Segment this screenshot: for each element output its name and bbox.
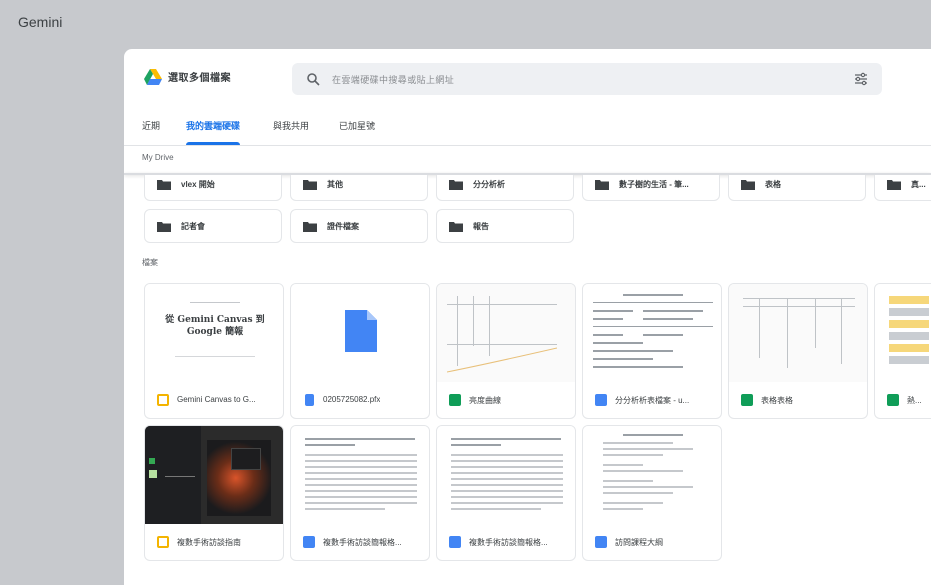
folder-icon xyxy=(887,180,901,190)
file-card[interactable]: 複數手術訪談簡報格... xyxy=(290,425,430,561)
file-name: 複數手術訪談簡報格... xyxy=(323,538,402,547)
sheets-icon xyxy=(449,394,461,406)
folder-item[interactable]: 報告 xyxy=(436,209,574,243)
file-name: 亮度曲線 xyxy=(469,396,501,405)
search-icon xyxy=(307,73,320,86)
folder-name: 證件檔案 xyxy=(327,222,359,231)
google-drive-logo xyxy=(144,69,162,85)
folder-name: 表格 xyxy=(765,180,781,189)
folder-name: vlex 開始 xyxy=(181,180,215,189)
file-card[interactable]: 分分析析表檔案 - u... xyxy=(582,283,722,419)
folder-item[interactable]: 記者會 xyxy=(144,209,282,243)
file-name: 熱... xyxy=(907,396,922,405)
shared-folder-icon xyxy=(449,180,463,190)
slides-icon xyxy=(157,394,169,406)
breadcrumb[interactable]: My Drive xyxy=(142,153,174,162)
file-name: 0205725082.pfx xyxy=(323,395,381,404)
file-name: 表格表格 xyxy=(761,396,793,405)
tab-starred[interactable]: 已加星號 xyxy=(339,115,375,145)
tab-recent[interactable]: 近期 xyxy=(142,115,160,145)
file-name: 訪問課程大綱 xyxy=(615,538,663,547)
file-thumbnail xyxy=(583,284,721,382)
file-thumbnail xyxy=(145,426,283,524)
file-card[interactable]: 訪問課程大綱 xyxy=(582,425,722,561)
files-section-label: 檔案 xyxy=(142,258,158,267)
folder-name: 記者會 xyxy=(181,222,205,231)
folder-item[interactable]: 表格 xyxy=(728,175,866,201)
file-thumbnail xyxy=(729,284,867,382)
slide-title: 從 Gemini Canvas 到 Google 簡報 xyxy=(165,315,265,337)
folder-item[interactable]: 真... xyxy=(874,175,931,201)
drive-picker-dialog: 選取多個檔案 在雲端硬碟中搜尋或貼上網址 近期 我的雲端硬碟 與我共用 已加星號… xyxy=(124,49,931,585)
picker-header: 選取多個檔案 在雲端硬碟中搜尋或貼上網址 xyxy=(124,49,931,105)
folder-item[interactable]: 證件檔案 xyxy=(290,209,428,243)
folder-name: 其他 xyxy=(327,180,343,189)
tab-shared-with-me[interactable]: 與我共用 xyxy=(273,115,309,145)
folder-name: 真... xyxy=(911,180,926,189)
slides-icon xyxy=(157,536,169,548)
file-card[interactable]: 複數手術訪談簡報格... xyxy=(436,425,576,561)
folder-icon xyxy=(449,222,463,232)
docs-icon xyxy=(595,394,607,406)
folder-icon xyxy=(595,180,609,190)
file-thumbnail xyxy=(291,284,429,382)
file-card[interactable]: 亮度曲線 xyxy=(436,283,576,419)
file-browser: vlex 開始 其他 分分析析 數子樹的生活 - 筆... 表格 真... 記者… xyxy=(124,175,931,585)
file-name: 分分析析表檔案 - u... xyxy=(615,396,690,405)
folder-icon xyxy=(741,180,755,190)
sheets-icon xyxy=(887,394,899,406)
file-card[interactable]: 熱... xyxy=(874,283,931,419)
docs-icon xyxy=(303,536,315,548)
file-thumbnail xyxy=(437,426,575,524)
sheets-icon xyxy=(741,394,753,406)
tabs-divider xyxy=(124,145,931,146)
file-card[interactable]: 0205725082.pfx xyxy=(290,283,430,419)
tab-my-drive[interactable]: 我的雲端硬碟 xyxy=(186,115,241,145)
folder-item[interactable]: vlex 開始 xyxy=(144,175,282,201)
file-thumbnail xyxy=(291,426,429,524)
search-placeholder: 在雲端硬碟中搜尋或貼上網址 xyxy=(332,75,455,85)
file-thumbnail: 從 Gemini Canvas 到 Google 簡報 xyxy=(145,284,283,382)
docs-icon xyxy=(449,536,461,548)
folder-name: 報告 xyxy=(473,222,489,231)
picker-title: 選取多個檔案 xyxy=(168,73,231,84)
file-card[interactable]: 表格表格 xyxy=(728,283,868,419)
document-icon xyxy=(345,310,377,352)
folder-item[interactable]: 數子樹的生活 - 筆... xyxy=(582,175,720,201)
folder-name: 分分析析 xyxy=(473,180,505,189)
folder-item[interactable]: 其他 xyxy=(290,175,428,201)
folder-icon xyxy=(303,180,317,190)
file-name: 複數手術訪談指南 xyxy=(177,538,241,547)
file-thumbnail xyxy=(875,284,931,382)
shared-folder-icon xyxy=(157,222,171,232)
file-thumbnail xyxy=(437,284,575,382)
file-thumbnail xyxy=(583,426,721,524)
file-card[interactable]: 複數手術訪談指南 xyxy=(144,425,284,561)
folder-name: 數子樹的生活 - 筆... xyxy=(619,180,689,189)
filter-icon[interactable] xyxy=(854,72,868,86)
shared-folder-icon xyxy=(303,222,317,232)
search-input[interactable]: 在雲端硬碟中搜尋或貼上網址 xyxy=(292,63,882,95)
file-icon xyxy=(305,394,314,406)
docs-icon xyxy=(595,536,607,548)
shared-folder-icon xyxy=(157,180,171,190)
file-name: Gemini Canvas to G... xyxy=(177,395,256,404)
file-card[interactable]: 從 Gemini Canvas 到 Google 簡報 Gemini Canva… xyxy=(144,283,284,419)
folder-item[interactable]: 分分析析 xyxy=(436,175,574,201)
app-title: Gemini xyxy=(18,14,63,30)
file-name: 複數手術訪談簡報格... xyxy=(469,538,548,547)
